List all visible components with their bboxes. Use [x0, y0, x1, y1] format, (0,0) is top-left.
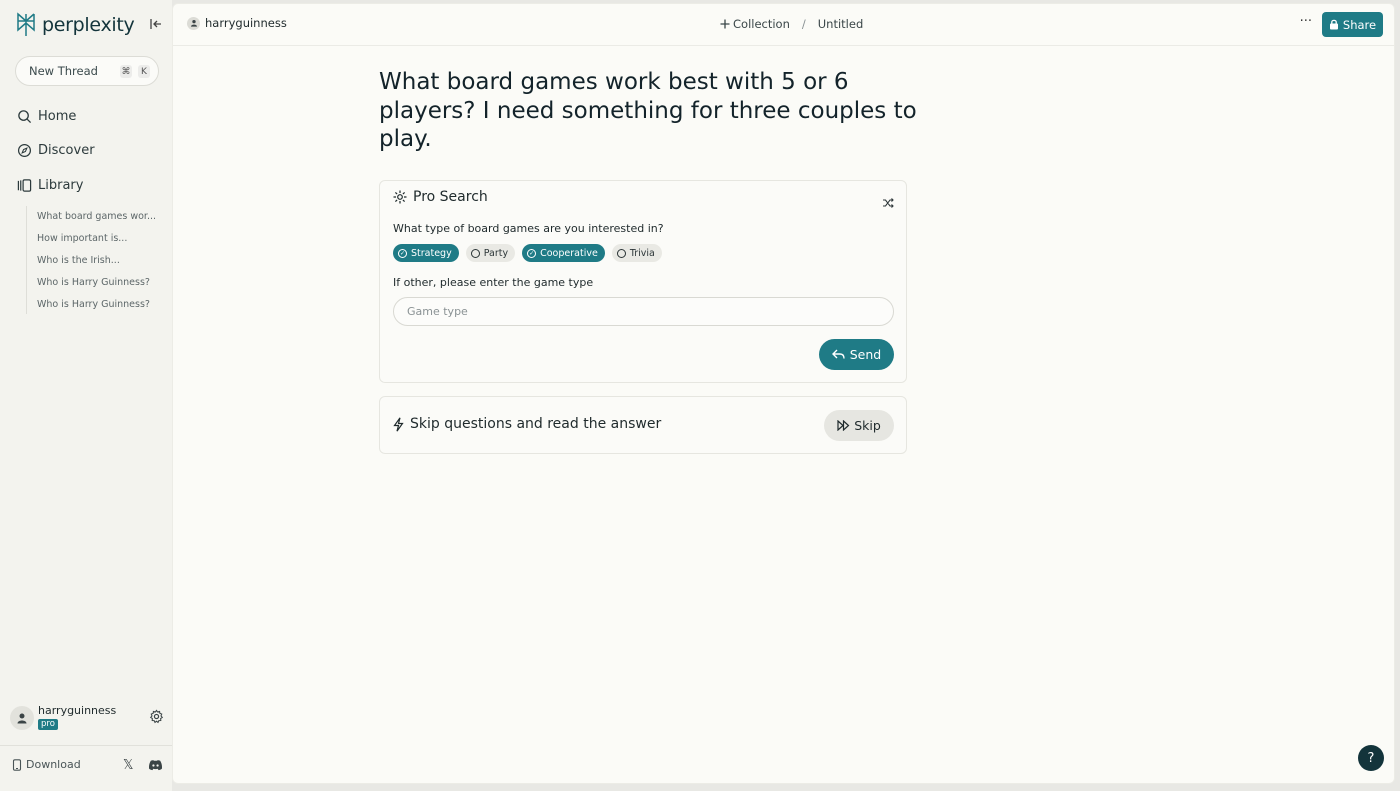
fast-forward-icon	[837, 420, 850, 431]
page-title[interactable]: Untitled	[818, 17, 864, 31]
top-bar: harryguinness Collection / Untitled ··· …	[173, 4, 1394, 46]
library-thread-item[interactable]: How important is...	[37, 233, 127, 244]
shortcut-key: K	[138, 65, 150, 78]
help-button[interactable]: ?	[1358, 745, 1384, 771]
x-twitter-icon[interactable]: 𝕏	[123, 758, 133, 773]
plus-icon	[720, 19, 730, 29]
library-thread-item[interactable]: What board games wor...	[37, 211, 156, 222]
option-trivia[interactable]: Trivia	[611, 244, 662, 262]
account-row[interactable]: harryguinness pro	[10, 702, 168, 738]
thread-owner-name: harryguinness	[205, 16, 287, 30]
pro-search-card: Pro Search What type of board games are …	[379, 180, 907, 383]
option-label: Trivia	[629, 247, 655, 259]
user-icon	[190, 20, 197, 27]
radio-empty-icon	[616, 248, 626, 258]
sidebar: perplexity New Thread ⌘ K Home Discover …	[0, 0, 172, 791]
perplexity-logo-icon	[17, 12, 35, 36]
other-type-label: If other, please enter the game type	[393, 276, 594, 289]
sidebar-divider	[0, 745, 172, 746]
collapse-sidebar-icon[interactable]	[148, 16, 164, 32]
new-thread-button[interactable]: New Thread ⌘ K	[15, 56, 159, 86]
skip-prompt: Skip questions and read the answer	[393, 416, 661, 432]
main-panel: harryguinness Collection / Untitled ··· …	[172, 3, 1395, 784]
download-link[interactable]: Download	[12, 758, 81, 771]
sidebar-item-library[interactable]: Library	[17, 178, 83, 193]
skip-button[interactable]: Skip	[824, 410, 894, 441]
game-type-options: ✓ Strategy Party ✓ Cooperative Trivia	[393, 244, 662, 262]
skip-questions-card: Skip questions and read the answer Skip	[379, 396, 907, 454]
account-username: harryguinness	[38, 704, 117, 717]
shuffle-icon[interactable]	[882, 197, 894, 209]
library-thread-item[interactable]: Who is Harry Guinness?	[37, 299, 150, 310]
breadcrumb-separator: /	[801, 17, 806, 31]
library-icon	[17, 179, 32, 192]
avatar[interactable]	[10, 706, 34, 730]
breadcrumb: Collection / Untitled	[720, 17, 863, 31]
send-label: Send	[849, 347, 882, 362]
lightning-icon	[393, 416, 404, 432]
sidebar-item-discover[interactable]: Discover	[17, 143, 95, 158]
option-label: Party	[483, 247, 509, 259]
check-icon: ✓	[398, 248, 407, 258]
lock-icon	[1329, 19, 1338, 30]
share-button[interactable]: Share	[1322, 12, 1383, 37]
reply-arrow-icon	[831, 349, 845, 359]
user-icon	[17, 713, 27, 724]
shortcut-cmd: ⌘	[120, 65, 132, 78]
pro-search-label: Pro Search	[413, 189, 488, 205]
option-cooperative[interactable]: ✓ Cooperative	[522, 244, 605, 262]
search-icon	[18, 110, 32, 124]
compass-icon	[17, 143, 32, 158]
sparkle-icon	[393, 190, 407, 204]
brand-name: perplexity	[42, 14, 135, 36]
sidebar-item-label: Library	[38, 178, 84, 193]
game-type-input[interactable]	[393, 297, 894, 326]
download-label: Download	[26, 758, 81, 771]
add-to-collection-button[interactable]: Collection	[720, 17, 790, 31]
sidebar-item-label: Home	[38, 109, 77, 124]
send-button[interactable]: Send	[819, 339, 894, 370]
sidebar-item-label: Discover	[38, 143, 95, 158]
check-icon: ✓	[527, 248, 537, 258]
more-options-button[interactable]: ···	[1300, 14, 1312, 29]
clarifying-question: What type of board games are you interes…	[393, 222, 664, 235]
collection-label: Collection	[733, 17, 790, 31]
option-label: Cooperative	[540, 247, 598, 259]
phone-icon	[12, 758, 22, 771]
library-thread-list: What board games wor... How important is…	[26, 206, 166, 314]
discord-icon[interactable]	[148, 759, 163, 771]
sidebar-item-home[interactable]: Home	[17, 109, 76, 124]
gear-icon[interactable]	[149, 709, 164, 724]
skip-prompt-label: Skip questions and read the answer	[410, 416, 662, 432]
library-thread-item[interactable]: Who is Harry Guinness?	[37, 277, 150, 288]
new-thread-label: New Thread	[29, 64, 98, 78]
thread-owner[interactable]: harryguinness	[187, 16, 287, 30]
perplexity-logo[interactable]: perplexity	[14, 12, 135, 38]
option-label: Strategy	[411, 247, 452, 259]
pro-badge: pro	[38, 719, 58, 730]
share-label: Share	[1342, 17, 1377, 32]
library-thread-item[interactable]: Who is the Irish...	[37, 255, 120, 266]
option-strategy[interactable]: ✓ Strategy	[393, 244, 459, 262]
skip-label: Skip	[854, 418, 881, 433]
avatar	[187, 16, 200, 30]
radio-empty-icon	[470, 248, 480, 258]
option-party[interactable]: Party	[465, 244, 516, 262]
pro-search-title: Pro Search	[393, 189, 488, 205]
query-heading: What board games work best with 5 or 6 p…	[379, 69, 917, 152]
